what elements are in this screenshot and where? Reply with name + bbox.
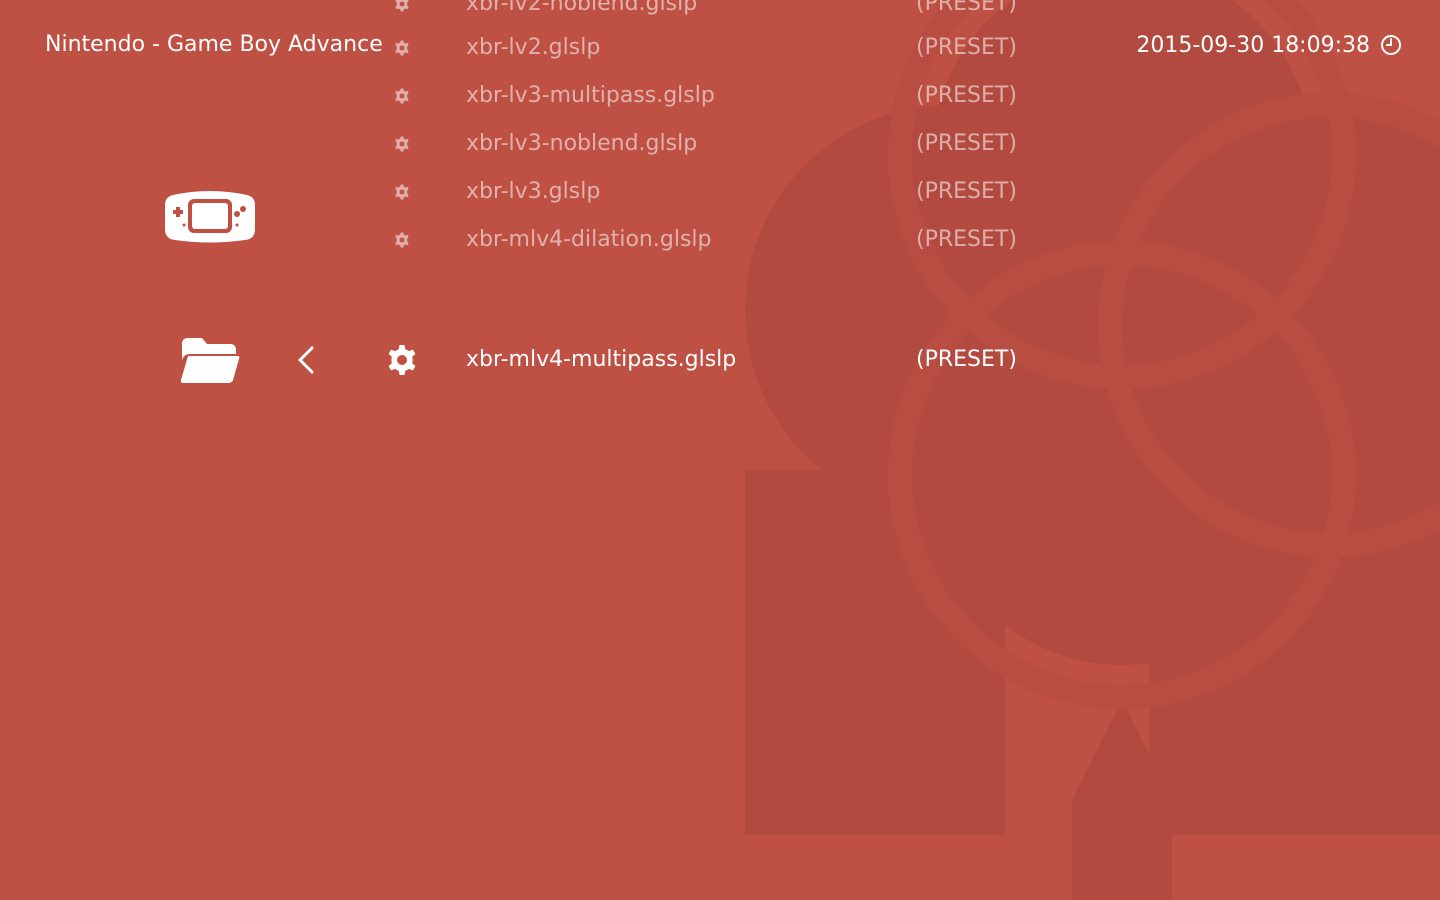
list-item-label: xbr-lv3.glslp: [466, 179, 601, 204]
list-item-label: xbr-mlv4-dilation.glslp: [466, 227, 712, 252]
list-item-tag: (PRESET): [916, 347, 1017, 372]
gear-icon: [395, 0, 409, 12]
gear-icon: [395, 88, 409, 104]
list-item-tag: (PRESET): [916, 227, 1017, 252]
list-item[interactable]: xbr-mlv4-dilation.glslp (PRESET): [380, 216, 1060, 264]
list-item-tag: (PRESET): [916, 131, 1017, 156]
list-item-tag: (PRESET): [916, 35, 1017, 60]
gear-icon: [395, 184, 409, 200]
list-item-label: xbr-lv2-noblend.glslp: [466, 0, 698, 16]
list-item-tag: (PRESET): [916, 179, 1017, 204]
gear-icon: [395, 40, 409, 56]
list-item[interactable]: xbr-lv3-multipass.glslp (PRESET): [380, 72, 1060, 120]
list-item-label: xbr-lv3-noblend.glslp: [466, 131, 698, 156]
list-item-tag: (PRESET): [916, 0, 1017, 16]
list-item-label: xbr-lv3-multipass.glslp: [466, 83, 715, 108]
list-item[interactable]: xbr-lv2.glslp (PRESET): [380, 24, 1060, 72]
gear-icon: [388, 345, 416, 375]
shader-preset-list: xbr-lv2-noblend.glslp (PRESET) xbr-lv2.g…: [0, 0, 1440, 900]
list-item-label: xbr-mlv4-multipass.glslp: [466, 347, 737, 372]
list-item-label: xbr-lv2.glslp: [466, 35, 601, 60]
list-item[interactable]: xbr-lv3.glslp (PRESET): [380, 168, 1060, 216]
list-item[interactable]: xbr-lv3-noblend.glslp (PRESET): [380, 120, 1060, 168]
gear-icon: [395, 232, 409, 248]
list-item-tag: (PRESET): [916, 83, 1017, 108]
gear-icon: [395, 136, 409, 152]
menu-screen: Nintendo - Game Boy Advance 2015-09-30 1…: [0, 0, 1440, 900]
selected-list-item[interactable]: xbr-mlv4-multipass.glslp (PRESET): [380, 336, 1060, 384]
